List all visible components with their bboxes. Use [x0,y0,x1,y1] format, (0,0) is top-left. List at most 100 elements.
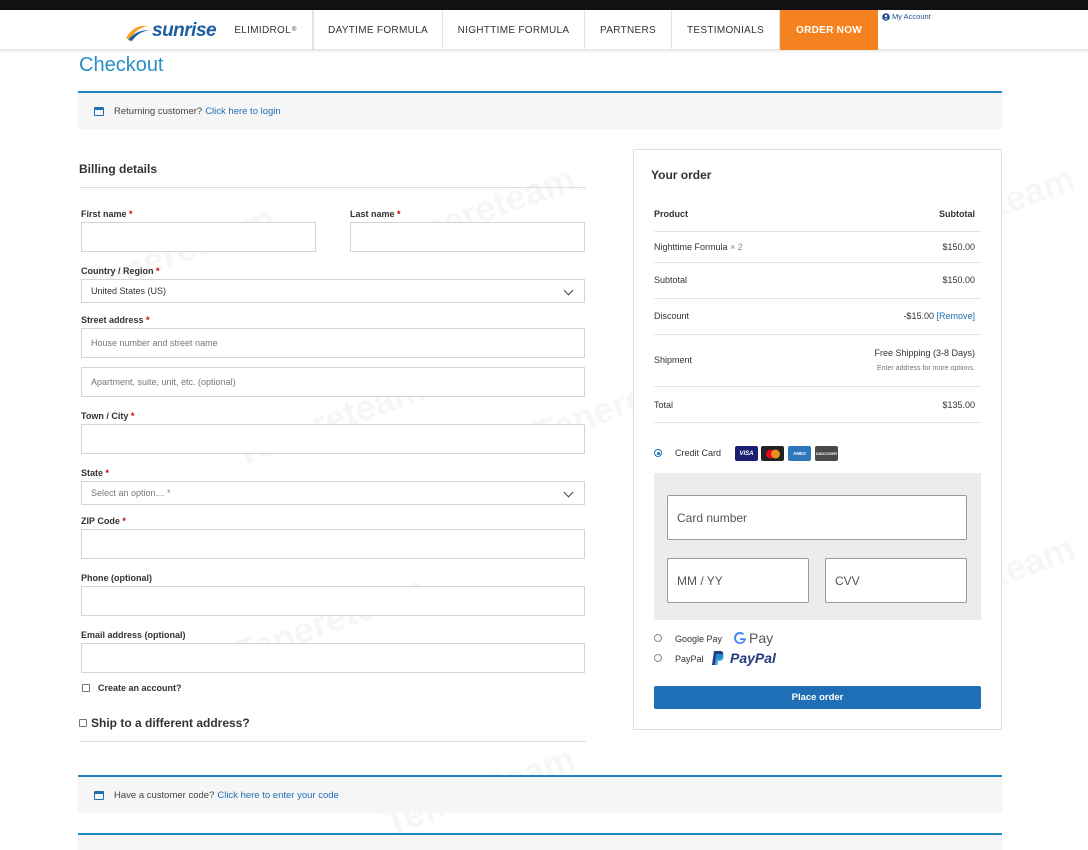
paypal-logo: PayPal [711,650,776,666]
zip-label: ZIP Code * [81,516,126,526]
nav-elimidrol[interactable]: ELIMIDROL ® [219,10,313,50]
state-label-text: State [81,468,104,478]
required-marker: * [130,411,135,421]
zip-field[interactable] [81,529,585,559]
paypal-label: PayPal [675,654,704,664]
order-item-row: Nighttime Formula × 2 $150.00 [654,232,981,263]
city-label-text: Town / City [81,411,129,421]
my-account-link[interactable]: My Account [882,12,931,21]
street-address-label: Street address * [81,315,150,325]
window-icon [94,790,104,800]
nav-elimidrol-label: ELIMIDROL [234,24,291,36]
total-label: Total [654,400,674,410]
shipment-value: Free Shipping (3-8 Days) [874,348,975,358]
sunrise-logo[interactable]: sunrise [124,19,217,43]
first-name-field[interactable] [81,222,316,252]
google-pay-radio[interactable] [654,634,662,642]
mastercard-icon [761,446,784,461]
nav-daytime-formula[interactable]: DAYTIME FORMULA [313,10,443,50]
enter-code-link[interactable]: Click here to enter your code [217,790,338,801]
card-cvv-input[interactable]: CVV [825,558,967,603]
subtotal-label: Subtotal [654,275,688,285]
notice-partial [78,833,1002,850]
item-quantity: × 2 [730,242,743,252]
google-pay-logo-text: Pay [749,630,774,646]
nav-order-now-label: ORDER NOW [795,24,863,36]
paypal-logo-text: PayPal [730,650,776,666]
state-select[interactable]: Select an option… * [81,481,585,505]
credit-card-label: Credit Card [675,448,722,458]
card-number-placeholder: Card number [677,510,748,525]
logo-text: sunrise [152,20,217,41]
subtotal-value: $150.00 [942,275,975,285]
paypal-p-icon [712,651,724,665]
shipment-row: Shipment Free Shipping (3-8 Days) Enter … [654,335,981,387]
required-marker: * [156,266,160,276]
google-pay-logo: Pay [733,630,773,646]
login-link[interactable]: Click here to login [205,106,281,117]
card-expiry-input[interactable]: MM / YY [667,558,809,603]
country-label-text: Country / Region [81,266,154,276]
card-number-input[interactable]: Card number [667,495,967,540]
nav-testimonials-label: TESTIMONIALS [687,24,764,36]
nav-testimonials[interactable]: TESTIMONIALS [672,10,780,50]
cvv-placeholder: CVV [835,573,860,588]
billing-details-heading: Billing details [79,162,158,176]
google-g-icon [734,631,746,644]
first-name-label: First name * [81,209,133,219]
place-order-button[interactable]: Place order [654,686,981,709]
order-item-price: $150.00 [942,242,975,252]
remove-discount-link[interactable]: [Remove] [936,311,975,321]
returning-customer-text: Returning customer? [114,105,203,117]
street-line2-placeholder: Apartment, suite, unit, etc. (optional) [91,377,236,387]
divider [79,187,586,188]
email-field[interactable] [81,643,585,673]
total-row: Total $135.00 [654,387,981,423]
last-name-field[interactable] [350,222,585,252]
chevron-down-icon [563,285,574,296]
state-select-placeholder: Select an option… * [91,488,171,498]
city-field[interactable] [81,424,585,454]
city-label: Town / City * [81,411,134,421]
nav-partners-label: PARTNERS [600,24,656,36]
phone-label: Phone (optional) [81,573,152,583]
first-name-label-text: First name [81,209,127,219]
discount-value: -$15.00 [903,311,934,321]
discount-value-wrap: -$15.00 [Remove] [903,311,975,321]
nav-order-now-button[interactable]: ORDER NOW [780,10,878,50]
discount-label: Discount [654,311,690,321]
required-marker: * [397,209,401,219]
order-header-row: Product Subtotal [654,200,981,232]
country-select[interactable]: United States (US) [81,279,585,303]
street-line1-placeholder: House number and street name [91,338,218,348]
visa-icon: VISA [735,446,758,461]
nav-partners[interactable]: PARTNERS [585,10,672,50]
subtotal-row: Subtotal $150.00 [654,263,981,299]
paypal-radio[interactable] [654,654,662,662]
expiry-placeholder: MM / YY [677,573,723,588]
nav-nighttime-formula[interactable]: NIGHTTIME FORMULA [443,10,585,50]
shipment-label: Shipment [654,355,693,365]
total-value: $135.00 [942,400,975,410]
ship-different-checkbox[interactable] [79,719,87,727]
order-item-name: Nighttime Formula × 2 [654,242,743,252]
chevron-down-icon [563,487,574,498]
discount-row: Discount -$15.00 [Remove] [654,299,981,335]
user-icon [882,12,890,21]
amex-icon: AMEX [788,446,811,461]
street-address-line1-field[interactable]: House number and street name [81,328,585,358]
last-name-label: Last name * [350,209,401,219]
nav-nighttime-label: NIGHTTIME FORMULA [457,24,570,36]
create-account-checkbox[interactable] [82,684,90,692]
subtotal-column-header: Subtotal [939,209,975,219]
site-header: sunrise ELIMIDROL ® DAYTIME FORMULA NIGHT… [0,10,1088,50]
google-pay-label: Google Pay [675,634,723,644]
credit-card-radio[interactable] [654,449,662,457]
street-address-line2-field[interactable]: Apartment, suite, unit, etc. (optional) [81,367,585,397]
coupon-notice-text: Have a customer code? [114,789,215,801]
phone-field[interactable] [81,586,585,616]
registered-mark: ® [291,27,297,33]
discover-icon: DISCOVER [815,446,838,461]
create-account-label: Create an account? [98,683,182,693]
street-address-label-text: Street address [81,315,144,325]
